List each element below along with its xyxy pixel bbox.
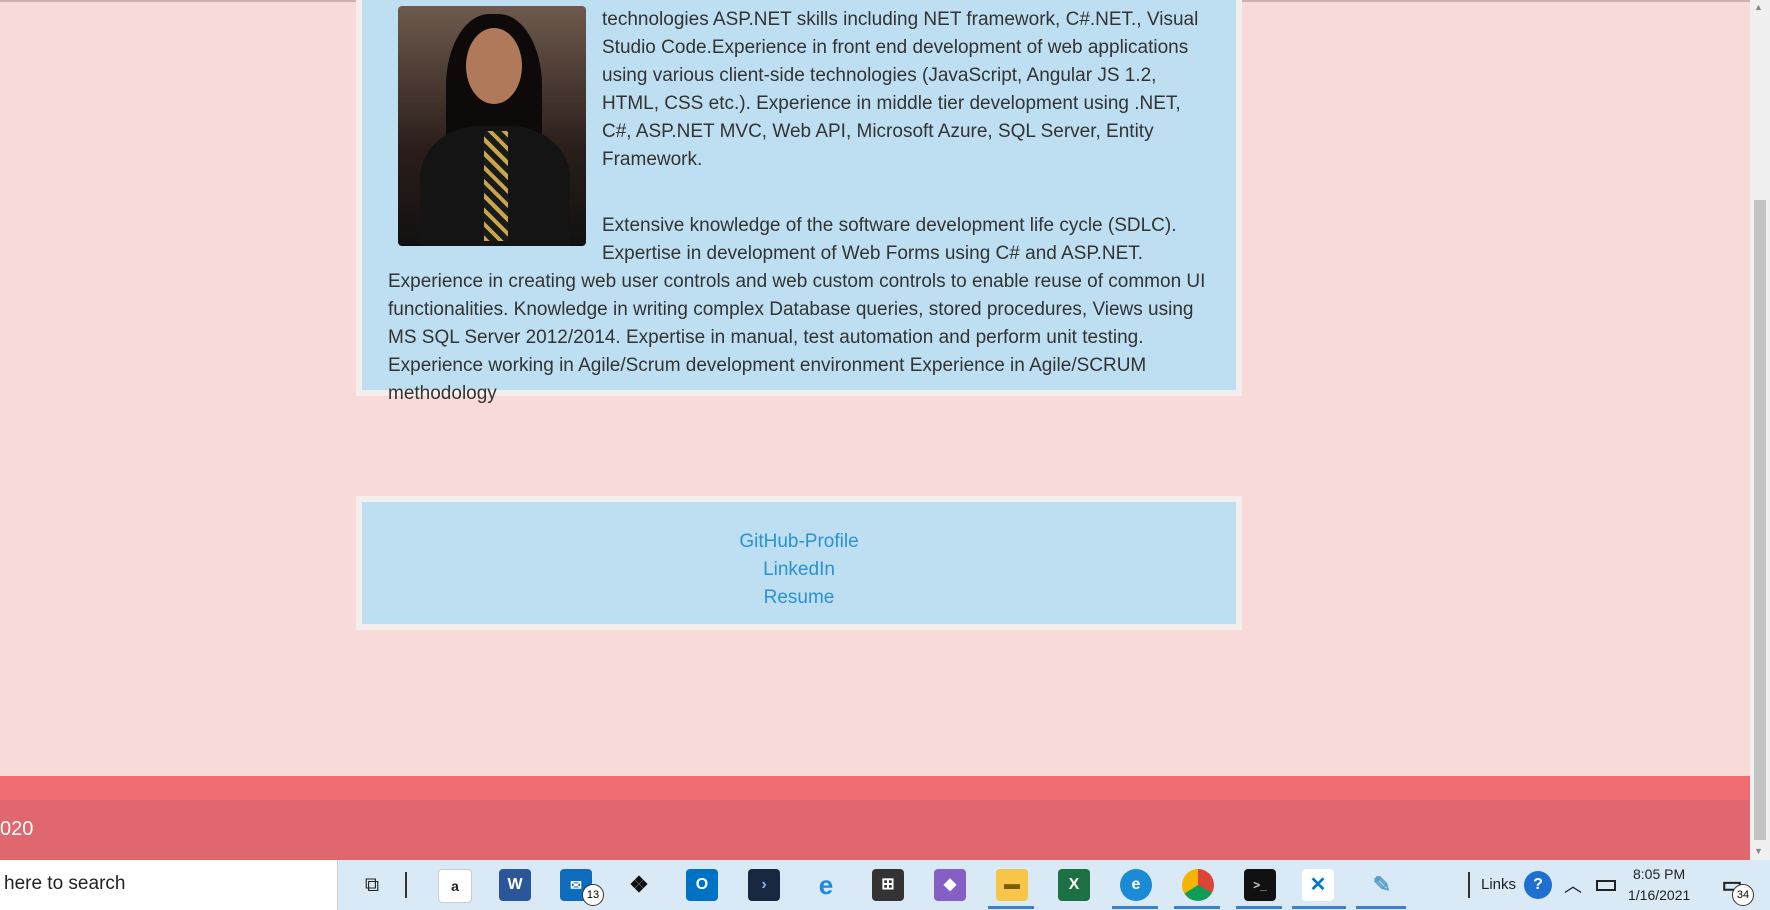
taskbar: here to search ⧉ a W ✉ 13 ❖ O › e ⊞ ◆ ▬ …: [0, 860, 1770, 910]
mail-badge: 13: [582, 884, 604, 906]
resume-link[interactable]: Resume: [362, 584, 1236, 612]
search-placeholder: here to search: [4, 873, 126, 894]
edge-active: [1112, 906, 1158, 909]
vscode-active: [1292, 906, 1346, 909]
toolbar-divider: [1468, 872, 1470, 898]
dropbox-icon[interactable]: ❖: [623, 869, 655, 901]
profile-photo: [398, 6, 586, 246]
terminal-active: [1236, 906, 1282, 909]
vscode-icon[interactable]: ✕: [1302, 869, 1334, 901]
notepad-icon[interactable]: ✎: [1366, 869, 1398, 901]
taskbar-divider: [405, 872, 407, 898]
taskbar-search-box[interactable]: here to search: [0, 860, 338, 910]
help-icon[interactable]: ?: [1524, 871, 1552, 899]
web-page: technologies ASP.NET skills including NE…: [0, 0, 1750, 860]
edge-icon[interactable]: e: [1120, 869, 1152, 901]
internet-explorer-icon[interactable]: e: [810, 869, 842, 901]
links-toolbar[interactable]: Links: [1481, 876, 1516, 893]
notepad-active: [1356, 906, 1406, 909]
terminal-icon[interactable]: >_: [1244, 869, 1276, 901]
amazon-icon[interactable]: a: [438, 869, 472, 903]
links-card: GitHub-Profile LinkedIn Resume: [356, 496, 1242, 630]
footer-band: [0, 776, 1750, 800]
outlook-icon[interactable]: O: [686, 869, 718, 901]
visual-studio-icon[interactable]: ◆: [934, 869, 966, 901]
chevron-up-icon[interactable]: ︿: [1564, 872, 1582, 898]
clock-time[interactable]: 8:05 PM: [1633, 866, 1685, 882]
about-content: technologies ASP.NET skills including NE…: [362, 0, 1236, 404]
store-icon[interactable]: ⊞: [872, 869, 904, 901]
scroll-up-arrow-icon[interactable]: ▲: [1754, 2, 1763, 12]
footer: 020: [0, 800, 1750, 860]
links-content: GitHub-Profile LinkedIn Resume: [362, 502, 1236, 624]
scroll-thumb[interactable]: [1754, 200, 1766, 840]
file-explorer-active: [988, 906, 1034, 909]
about-card: technologies ASP.NET skills including NE…: [356, 0, 1242, 404]
clock-date[interactable]: 1/16/2021: [1628, 887, 1690, 903]
github-profile-link[interactable]: GitHub-Profile: [362, 528, 1236, 556]
footer-text: 020: [0, 818, 34, 840]
scroll-down-arrow-icon[interactable]: ▼: [1754, 846, 1763, 856]
vertical-scrollbar[interactable]: ▲ ▼: [1750, 0, 1770, 860]
linkedin-link[interactable]: LinkedIn: [362, 556, 1236, 584]
task-view-icon[interactable]: ⧉: [356, 869, 388, 901]
notification-badge: 34: [1732, 884, 1754, 906]
battery-icon[interactable]: [1596, 880, 1616, 891]
file-explorer-icon[interactable]: ▬: [996, 869, 1028, 901]
powershell-icon[interactable]: ›: [748, 869, 780, 901]
excel-icon[interactable]: X: [1058, 869, 1090, 901]
chrome-active: [1174, 906, 1220, 909]
word-icon[interactable]: W: [499, 869, 531, 901]
chrome-icon[interactable]: [1182, 869, 1214, 901]
